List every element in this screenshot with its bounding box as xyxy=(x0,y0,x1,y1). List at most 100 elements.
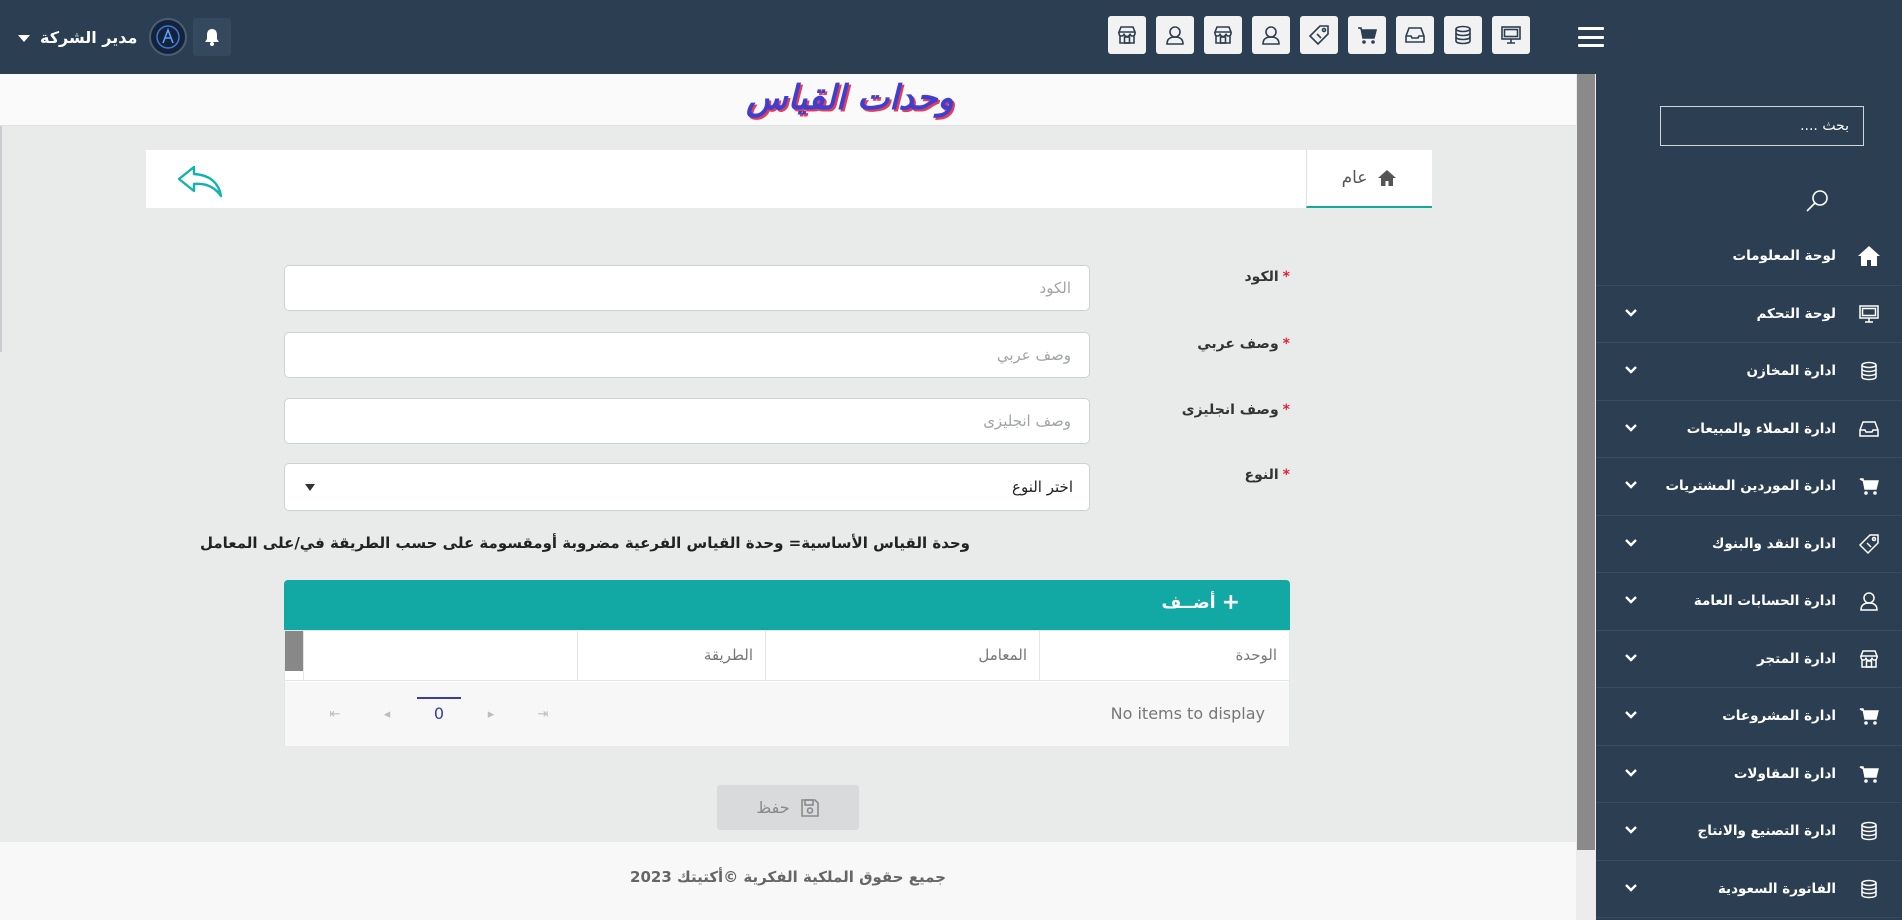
sidebar-item[interactable]: ادارة الحسابات العامة xyxy=(1596,573,1902,631)
chevron-down-icon[interactable] xyxy=(1624,478,1638,494)
sidebar-item-label: لوحة المعلومات xyxy=(1732,248,1837,265)
store-icon[interactable] xyxy=(1108,16,1146,54)
sidebar-item-label: لوحة التحكم xyxy=(1756,305,1836,322)
floppy-disk-icon xyxy=(800,798,819,817)
chevron-down-icon[interactable] xyxy=(1624,651,1638,667)
conversion-hint: وحدة القياس الأساسية= وحدة القياس الفرعي… xyxy=(199,534,970,552)
user-menu[interactable]: مدير الشركة xyxy=(18,16,232,58)
prev-page-icon[interactable]: ◂ xyxy=(361,700,413,728)
chevron-down-icon[interactable] xyxy=(1624,881,1638,897)
sidebar-item[interactable]: ادارة المتجر xyxy=(1596,631,1902,688)
sidebar-item[interactable]: ادارة المخازن xyxy=(1596,343,1902,401)
search-icon[interactable] xyxy=(1804,188,1830,218)
sidebar-item-label: ادارة المخازن xyxy=(1746,363,1836,380)
sidebar-item-label: ادارة الموردين المشتريات xyxy=(1665,478,1836,495)
money-tag-icon[interactable] xyxy=(1300,16,1338,54)
page-scrollbar-thumb[interactable] xyxy=(1577,74,1595,850)
column-factor[interactable]: المعامل xyxy=(765,631,1039,681)
chevron-down-icon[interactable] xyxy=(1624,766,1638,782)
user-icon[interactable] xyxy=(1156,16,1194,54)
chevron-down-icon[interactable] xyxy=(1624,363,1638,379)
next-page-icon[interactable]: ▸ xyxy=(465,700,517,728)
cart-icon[interactable] xyxy=(1348,16,1386,54)
sidebar-item-label: ادارة المشروعات xyxy=(1722,708,1836,725)
chevron-down-icon[interactable] xyxy=(1624,823,1638,839)
database-icon[interactable] xyxy=(1444,16,1482,54)
sidebar-item[interactable]: لوحة المعلومات xyxy=(1596,228,1902,286)
arabic-description-label: *وصف عربي xyxy=(1197,336,1290,352)
units-grid: الوحدة المعامل الطريقة ⇤ ◂ 0 ▸ ⇥ No item… xyxy=(284,630,1290,746)
type-row: اختر النوع *النوع xyxy=(284,463,1290,513)
sidebar-item[interactable]: ادارة الموردين المشتريات xyxy=(1596,458,1902,516)
user-name[interactable]: مدير الشركة xyxy=(40,28,137,47)
cart-icon xyxy=(1856,703,1882,729)
column-unit[interactable]: الوحدة xyxy=(1039,631,1289,681)
sidebar-item-label: ادارة التصنيع والانتاج xyxy=(1697,823,1836,840)
add-row-bar[interactable]: + أضــف xyxy=(284,580,1290,630)
inbox-icon[interactable] xyxy=(1396,16,1434,54)
store-icon[interactable] xyxy=(1204,16,1242,54)
current-page[interactable]: 0 xyxy=(417,697,461,727)
type-select[interactable]: اختر النوع xyxy=(284,463,1090,511)
chevron-down-icon[interactable] xyxy=(1624,421,1638,437)
back-button[interactable] xyxy=(176,164,224,202)
cart-icon xyxy=(1856,761,1882,787)
sidebar-item[interactable]: لوحة التحكم xyxy=(1596,286,1902,343)
company-logo-avatar[interactable] xyxy=(149,18,188,56)
save-label: حفظ xyxy=(756,798,790,817)
english-description-input[interactable] xyxy=(284,398,1090,444)
left-edge-divider xyxy=(0,126,2,352)
chevron-down-icon[interactable] xyxy=(1624,708,1638,724)
tab-general[interactable]: عام xyxy=(1306,150,1432,208)
database-icon xyxy=(1856,818,1882,844)
footer: جميع حقوق الملكية الفكرية ©أكتيتك 2023 xyxy=(0,842,1576,920)
inbox-icon xyxy=(1856,416,1882,442)
sidebar-item-label: ادارة المقاولات xyxy=(1733,765,1836,782)
tab-general-label: عام xyxy=(1341,168,1368,188)
sidebar-item[interactable]: ادارة النقد والبنوك xyxy=(1596,516,1902,573)
sidebar-item[interactable]: ادارة المشروعات xyxy=(1596,688,1902,746)
sidebar-item[interactable]: ادارة التصنيع والانتاج xyxy=(1596,803,1902,861)
sidebar: لوحة المعلومات لوحة التحكم ادارة المخازن اد… xyxy=(1596,74,1902,920)
top-navbar: مدير الشركة xyxy=(0,0,1902,74)
chevron-down-icon[interactable] xyxy=(1624,306,1638,322)
add-button[interactable]: + أضــف xyxy=(1161,592,1240,614)
column-method[interactable]: الطريقة xyxy=(577,631,765,681)
sidebar-item[interactable]: الفاتورة السعودية xyxy=(1596,861,1902,918)
sidebar-item[interactable]: ادارة المقاولات xyxy=(1596,746,1902,803)
first-page-icon[interactable]: ⇤ xyxy=(309,700,361,728)
quick-access-toolbar xyxy=(1108,16,1530,54)
title-band: وحدات القياس xyxy=(0,74,1576,126)
card-header: عام xyxy=(146,150,1432,208)
code-label: *الكود xyxy=(1244,269,1291,285)
menu-toggle-button[interactable] xyxy=(1578,27,1604,47)
arabic-description-input[interactable] xyxy=(284,332,1090,378)
arabic-desc-row: *وصف عربي xyxy=(284,332,1290,380)
notifications-button[interactable] xyxy=(193,18,232,56)
chevron-down-icon[interactable] xyxy=(1624,593,1638,609)
monitor-icon[interactable] xyxy=(1492,16,1530,54)
type-label: *النوع xyxy=(1244,467,1290,483)
sidebar-item-label: ادارة المتجر xyxy=(1756,650,1836,667)
sidebar-search-input[interactable] xyxy=(1660,106,1864,146)
required-mark: * xyxy=(1282,402,1290,418)
pager-controls: ⇤ ◂ 0 ▸ ⇥ xyxy=(309,697,569,728)
required-mark: * xyxy=(1282,467,1290,483)
sidebar-item[interactable]: ادارة العملاء والمبيعات xyxy=(1596,401,1902,458)
caret-down-icon xyxy=(305,483,315,491)
grid-header: الوحدة المعامل الطريقة xyxy=(285,631,1289,681)
save-button[interactable]: حفظ xyxy=(717,785,859,830)
copyright-text: جميع حقوق الملكية الفكرية ©أكتيتك 2023 xyxy=(630,868,946,886)
user-icon[interactable] xyxy=(1252,16,1290,54)
code-input[interactable] xyxy=(284,265,1090,311)
grid-scrollbar[interactable] xyxy=(285,631,303,671)
database-icon xyxy=(1856,358,1882,384)
user-icon xyxy=(1856,588,1882,614)
chevron-down-icon[interactable] xyxy=(1624,536,1638,552)
code-row: *الكود xyxy=(284,265,1290,313)
caret-down-icon[interactable] xyxy=(18,34,30,42)
last-page-icon[interactable]: ⇥ xyxy=(517,700,569,728)
sidebar-item-label: ادارة الحسابات العامة xyxy=(1693,593,1836,610)
english-description-label: *وصف انجليزى xyxy=(1181,402,1290,418)
required-mark: * xyxy=(1282,336,1290,352)
